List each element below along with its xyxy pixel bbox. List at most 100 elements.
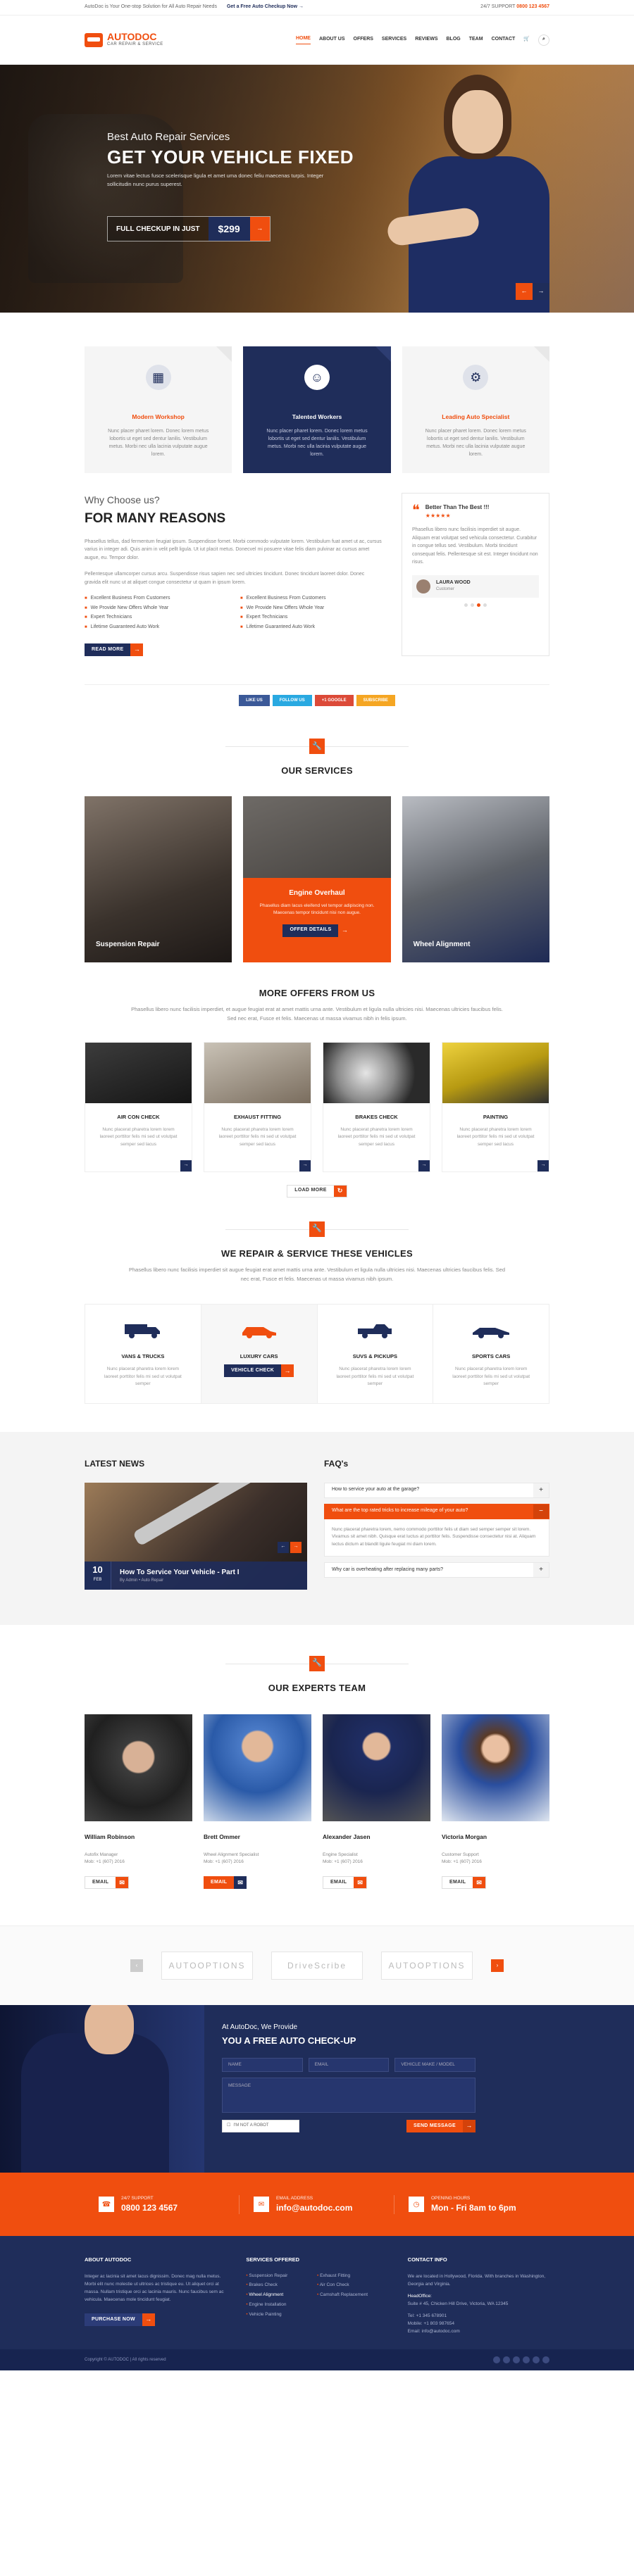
member-photo (204, 1714, 311, 1822)
google-icon[interactable] (513, 2356, 520, 2364)
email-button[interactable]: EMAIL ✉ (442, 1876, 487, 1890)
search-icon[interactable]: ⌕ (538, 34, 549, 46)
offer-details-button[interactable]: OFFER DETAILS → (282, 924, 352, 937)
offer-card[interactable]: PAINTING Nunc placerat pharetra lorem lor… (442, 1041, 549, 1172)
member-role: Engine Specialist (323, 1852, 358, 1857)
service-card[interactable]: Suspension Repair (85, 796, 232, 962)
wrench-icon: 🔧 (309, 1655, 325, 1671)
vehicle-card[interactable]: SUVS & PICKUPS Nunc placerat pharetra lor… (318, 1304, 434, 1403)
rss-icon[interactable] (542, 2356, 549, 2364)
topbar-cta-link[interactable]: Get a Free Auto Checkup Now → (227, 4, 304, 11)
news-next-button[interactable]: → (290, 1541, 302, 1553)
hero-price-button[interactable]: FULL CHECKUP IN JUST $299 → (107, 216, 271, 241)
offer-card[interactable]: AIR CON CHECK Nunc placerat pharetra lore… (85, 1041, 192, 1172)
hero-kicker: Best Auto Repair Services (107, 131, 230, 143)
twitter-icon[interactable] (503, 2356, 510, 2364)
arrow-right-icon[interactable]: → (418, 1160, 430, 1171)
footer-link[interactable]: Wheel Alignment (246, 2292, 317, 2299)
list-item: Lifetime Guaranteed Auto Work (85, 624, 226, 632)
news-prev-button[interactable]: ← (278, 1541, 289, 1553)
footer-link[interactable]: Camshaft Replacement (317, 2292, 388, 2299)
news-post-title[interactable]: How To Service Your Vehicle - Part I (120, 1567, 240, 1578)
name-field[interactable]: NAME (222, 2057, 303, 2072)
dot[interactable] (477, 603, 480, 607)
email-field[interactable]: EMAIL (308, 2057, 390, 2072)
youtube-icon[interactable] (533, 2356, 540, 2364)
dot[interactable] (464, 603, 468, 607)
faq-question-open[interactable]: What are the top rated tricks to increas… (324, 1503, 549, 1519)
message-field[interactable]: MESSAGE (222, 2077, 476, 2113)
footer-link[interactable]: Engine Installation (246, 2301, 317, 2308)
dot[interactable] (471, 603, 474, 607)
linkedin-icon[interactable] (523, 2356, 530, 2364)
vehicle-card[interactable]: VANS & TRUCKS Nunc placerat pharetra lore… (85, 1304, 201, 1403)
email-button[interactable]: EMAIL ✉ (204, 1876, 247, 1890)
facebook-icon[interactable] (493, 2356, 500, 2364)
nav-services[interactable]: SERVICES (382, 36, 406, 44)
cart-icon[interactable]: 🛒 (523, 36, 530, 44)
vehicle-card-active[interactable]: LUXURY CARS VEHICLE CHECK → (201, 1304, 318, 1403)
google-plus-button[interactable]: +1 GOOGLE (314, 695, 354, 707)
nav-home[interactable]: HOME (295, 35, 311, 45)
team-title: OUR EXPERTS TEAM (268, 1682, 366, 1693)
nav-reviews[interactable]: REVIEWS (415, 36, 437, 44)
footer-link[interactable]: Suspension Repair (246, 2273, 317, 2280)
offer-card[interactable]: BRAKES CHECK Nunc placerat pharetra lorem… (323, 1041, 430, 1172)
news-card[interactable]: ← → 10 FEB How To Service Your Vehicle - P… (85, 1482, 307, 1590)
vehicle-check-button[interactable]: VEHICLE CHECK → (224, 1364, 294, 1378)
logo[interactable]: AUTODOC CAR REPAIR & SERVICE (85, 32, 163, 48)
vehicle-card[interactable]: SPORTS CARS Nunc placerat pharetra lorem … (433, 1305, 549, 1403)
faq-question[interactable]: Why car is overheating after replacing m… (324, 1562, 549, 1578)
offer-card[interactable]: EXHAUST FITTING Nunc placerat pharetra lo… (204, 1041, 311, 1172)
header: AUTODOC CAR REPAIR & SERVICE HOME ABOUT U… (0, 15, 634, 65)
testimonial-text: Phasellus libero nunc facilisis imperdie… (412, 527, 538, 565)
feature-text: Nunc placer pharet lorem. Donec lorem me… (266, 428, 368, 458)
faq-question[interactable]: How to service your auto at the garage? + (324, 1482, 549, 1498)
offer-text: Nunc placerat pharetra lorem lorem laore… (337, 1126, 416, 1147)
nav-team[interactable]: TEAM (469, 36, 483, 44)
arrow-right-icon[interactable]: → (299, 1160, 311, 1171)
subscribe-button[interactable]: SUBSCRIBE (356, 695, 395, 707)
team-member-card: William Robinson Autofix Manager Mob: +1 (… (85, 1714, 192, 1890)
service-card[interactable]: Wheel Alignment (402, 796, 549, 962)
vehicle-title: SUVS & PICKUPS (352, 1353, 398, 1360)
facebook-like-button[interactable]: LIKE US (239, 695, 270, 707)
slider-next-button[interactable]: → (533, 283, 549, 300)
member-phone: Mob: +1 (607) 2016 (85, 1859, 125, 1864)
team-grid: William Robinson Autofix Manager Mob: +1 (… (85, 1714, 549, 1890)
nav-contact[interactable]: CONTACT (492, 36, 516, 44)
copyright-bar: Copyright © AUTODOC | All rights reserve… (0, 2349, 634, 2371)
nav-blog[interactable]: BLOG (447, 36, 461, 44)
sports-car-icon (473, 1327, 510, 1338)
email-button[interactable]: EMAIL ✉ (85, 1876, 130, 1890)
member-phone: Mob: +1 (607) 2016 (204, 1859, 244, 1864)
footer-email[interactable]: Email: info@autodoc.com (408, 2327, 549, 2335)
load-more-button[interactable]: LOAD MORE ↻ (287, 1184, 347, 1198)
dot[interactable] (483, 603, 487, 607)
nav-about[interactable]: ABOUT US (319, 36, 345, 44)
captcha-checkbox[interactable]: ☐ I'M NOT A ROBOT (222, 2119, 299, 2132)
vehicle-text: Nunc placerat pharetra lorem lorem laore… (104, 1366, 182, 1387)
twitter-follow-button[interactable]: FOLLOW US (272, 695, 312, 707)
vehicle-field[interactable]: VEHICLE MAKE / MODEL (394, 2057, 476, 2072)
service-card-active[interactable]: Engine Overhaul Phasellus diam lacus elei… (243, 796, 391, 962)
worker-icon: ☺ (304, 365, 330, 390)
footer-link[interactable]: Brakes Check (246, 2282, 317, 2289)
footer-link[interactable]: Vehicle Painting (246, 2311, 317, 2318)
footer-link[interactable]: Air Con Check (317, 2282, 388, 2289)
footer-link[interactable]: Exhaust Fitting (317, 2273, 388, 2280)
team-member-card: Brett Ommer Wheel Alignment Specialist Mob… (204, 1714, 311, 1890)
arrow-right-icon[interactable]: → (180, 1160, 192, 1171)
send-message-button[interactable]: SEND MESSAGE → (406, 2119, 476, 2132)
vehicles-title: WE REPAIR & SERVICE THESE VEHICLES (221, 1248, 413, 1259)
nav-offers[interactable]: OFFERS (354, 36, 373, 44)
partners-next-button[interactable]: › (491, 1959, 504, 1973)
truck-icon (124, 1324, 160, 1338)
slider-prev-button[interactable]: ← (516, 283, 533, 300)
pickup-icon (358, 1324, 392, 1338)
purchase-button[interactable]: PURCHASE NOW → (85, 2313, 155, 2326)
read-more-button[interactable]: READ MORE → (85, 643, 144, 657)
email-button[interactable]: EMAIL ✉ (323, 1876, 368, 1890)
partners-prev-button[interactable]: ‹ (130, 1959, 143, 1973)
arrow-right-icon[interactable]: → (537, 1160, 549, 1171)
